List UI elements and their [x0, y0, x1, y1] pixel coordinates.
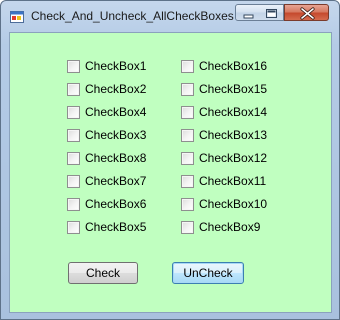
checkbox-13[interactable]: CheckBox13	[181, 127, 267, 143]
checkbox-square[interactable]	[181, 220, 194, 234]
close-button[interactable]	[284, 4, 329, 21]
checkbox-label: CheckBox3	[85, 128, 147, 142]
maximize-icon	[266, 9, 277, 18]
checkbox-square[interactable]	[67, 197, 80, 211]
checkbox-2[interactable]: CheckBox2	[67, 81, 146, 97]
maximize-button[interactable]	[259, 4, 284, 21]
checkbox-label: CheckBox15	[199, 82, 268, 96]
checkbox-label: CheckBox2	[85, 82, 147, 96]
checkbox-8[interactable]: CheckBox8	[67, 150, 146, 166]
checkbox-11[interactable]: CheckBox11	[181, 173, 266, 189]
checkbox-label: CheckBox14	[199, 105, 268, 119]
checkbox-square[interactable]	[181, 105, 194, 119]
checkbox-square[interactable]	[67, 82, 80, 96]
checkbox-label: CheckBox11	[199, 174, 267, 188]
uncheck-button[interactable]: UnCheck	[172, 262, 244, 284]
checkbox-3[interactable]: CheckBox3	[67, 127, 146, 143]
checkbox-10[interactable]: CheckBox10	[181, 196, 267, 212]
checkbox-square[interactable]	[181, 197, 194, 211]
checkbox-7[interactable]: CheckBox7	[67, 173, 146, 189]
close-icon	[300, 7, 315, 20]
checkbox-label: CheckBox13	[199, 128, 268, 142]
checkbox-square[interactable]	[67, 59, 80, 73]
checkbox-12[interactable]: CheckBox12	[181, 150, 267, 166]
checkbox-square[interactable]	[181, 174, 194, 188]
checkbox-square[interactable]	[67, 174, 80, 188]
checkbox-square[interactable]	[181, 151, 194, 165]
checkbox-1[interactable]: CheckBox1	[67, 58, 146, 74]
checkbox-square[interactable]	[67, 151, 80, 165]
checkbox-square[interactable]	[67, 105, 80, 119]
checkbox-square[interactable]	[67, 128, 80, 142]
checkbox-label: CheckBox5	[85, 220, 147, 234]
checkbox-6[interactable]: CheckBox6	[67, 196, 146, 212]
checkbox-label: CheckBox4	[85, 105, 147, 119]
checkbox-label: CheckBox9	[199, 220, 261, 234]
check-button[interactable]: Check	[68, 262, 138, 284]
form-client-area: CheckBox1 CheckBox2 CheckBox4 CheckBox3 …	[9, 32, 332, 313]
app-window: Check_And_Uncheck_AllCheckBoxes CheckBox…	[0, 0, 340, 320]
checkbox-square[interactable]	[67, 220, 80, 234]
checkbox-square[interactable]	[181, 128, 194, 142]
checkbox-14[interactable]: CheckBox14	[181, 104, 267, 120]
window-title: Check_And_Uncheck_AllCheckBoxes	[31, 9, 234, 23]
checkbox-label: CheckBox7	[85, 174, 147, 188]
checkbox-9[interactable]: CheckBox9	[181, 219, 260, 235]
minimize-button[interactable]	[235, 4, 260, 21]
checkbox-label: CheckBox10	[199, 197, 268, 211]
checkbox-label: CheckBox16	[199, 59, 268, 73]
checkbox-label: CheckBox1	[85, 59, 147, 73]
checkbox-label: CheckBox8	[85, 151, 147, 165]
minimize-icon	[243, 14, 254, 19]
title-bar[interactable]: Check_And_Uncheck_AllCheckBoxes	[1, 1, 339, 31]
winforms-app-icon[interactable]	[10, 10, 24, 23]
checkbox-5[interactable]: CheckBox5	[67, 219, 146, 235]
checkbox-4[interactable]: CheckBox4	[67, 104, 146, 120]
checkbox-15[interactable]: CheckBox15	[181, 81, 267, 97]
checkbox-label: CheckBox12	[199, 151, 268, 165]
checkbox-label: CheckBox6	[85, 197, 147, 211]
checkbox-square[interactable]	[181, 59, 194, 73]
checkbox-16[interactable]: CheckBox16	[181, 58, 267, 74]
checkbox-square[interactable]	[181, 82, 194, 96]
